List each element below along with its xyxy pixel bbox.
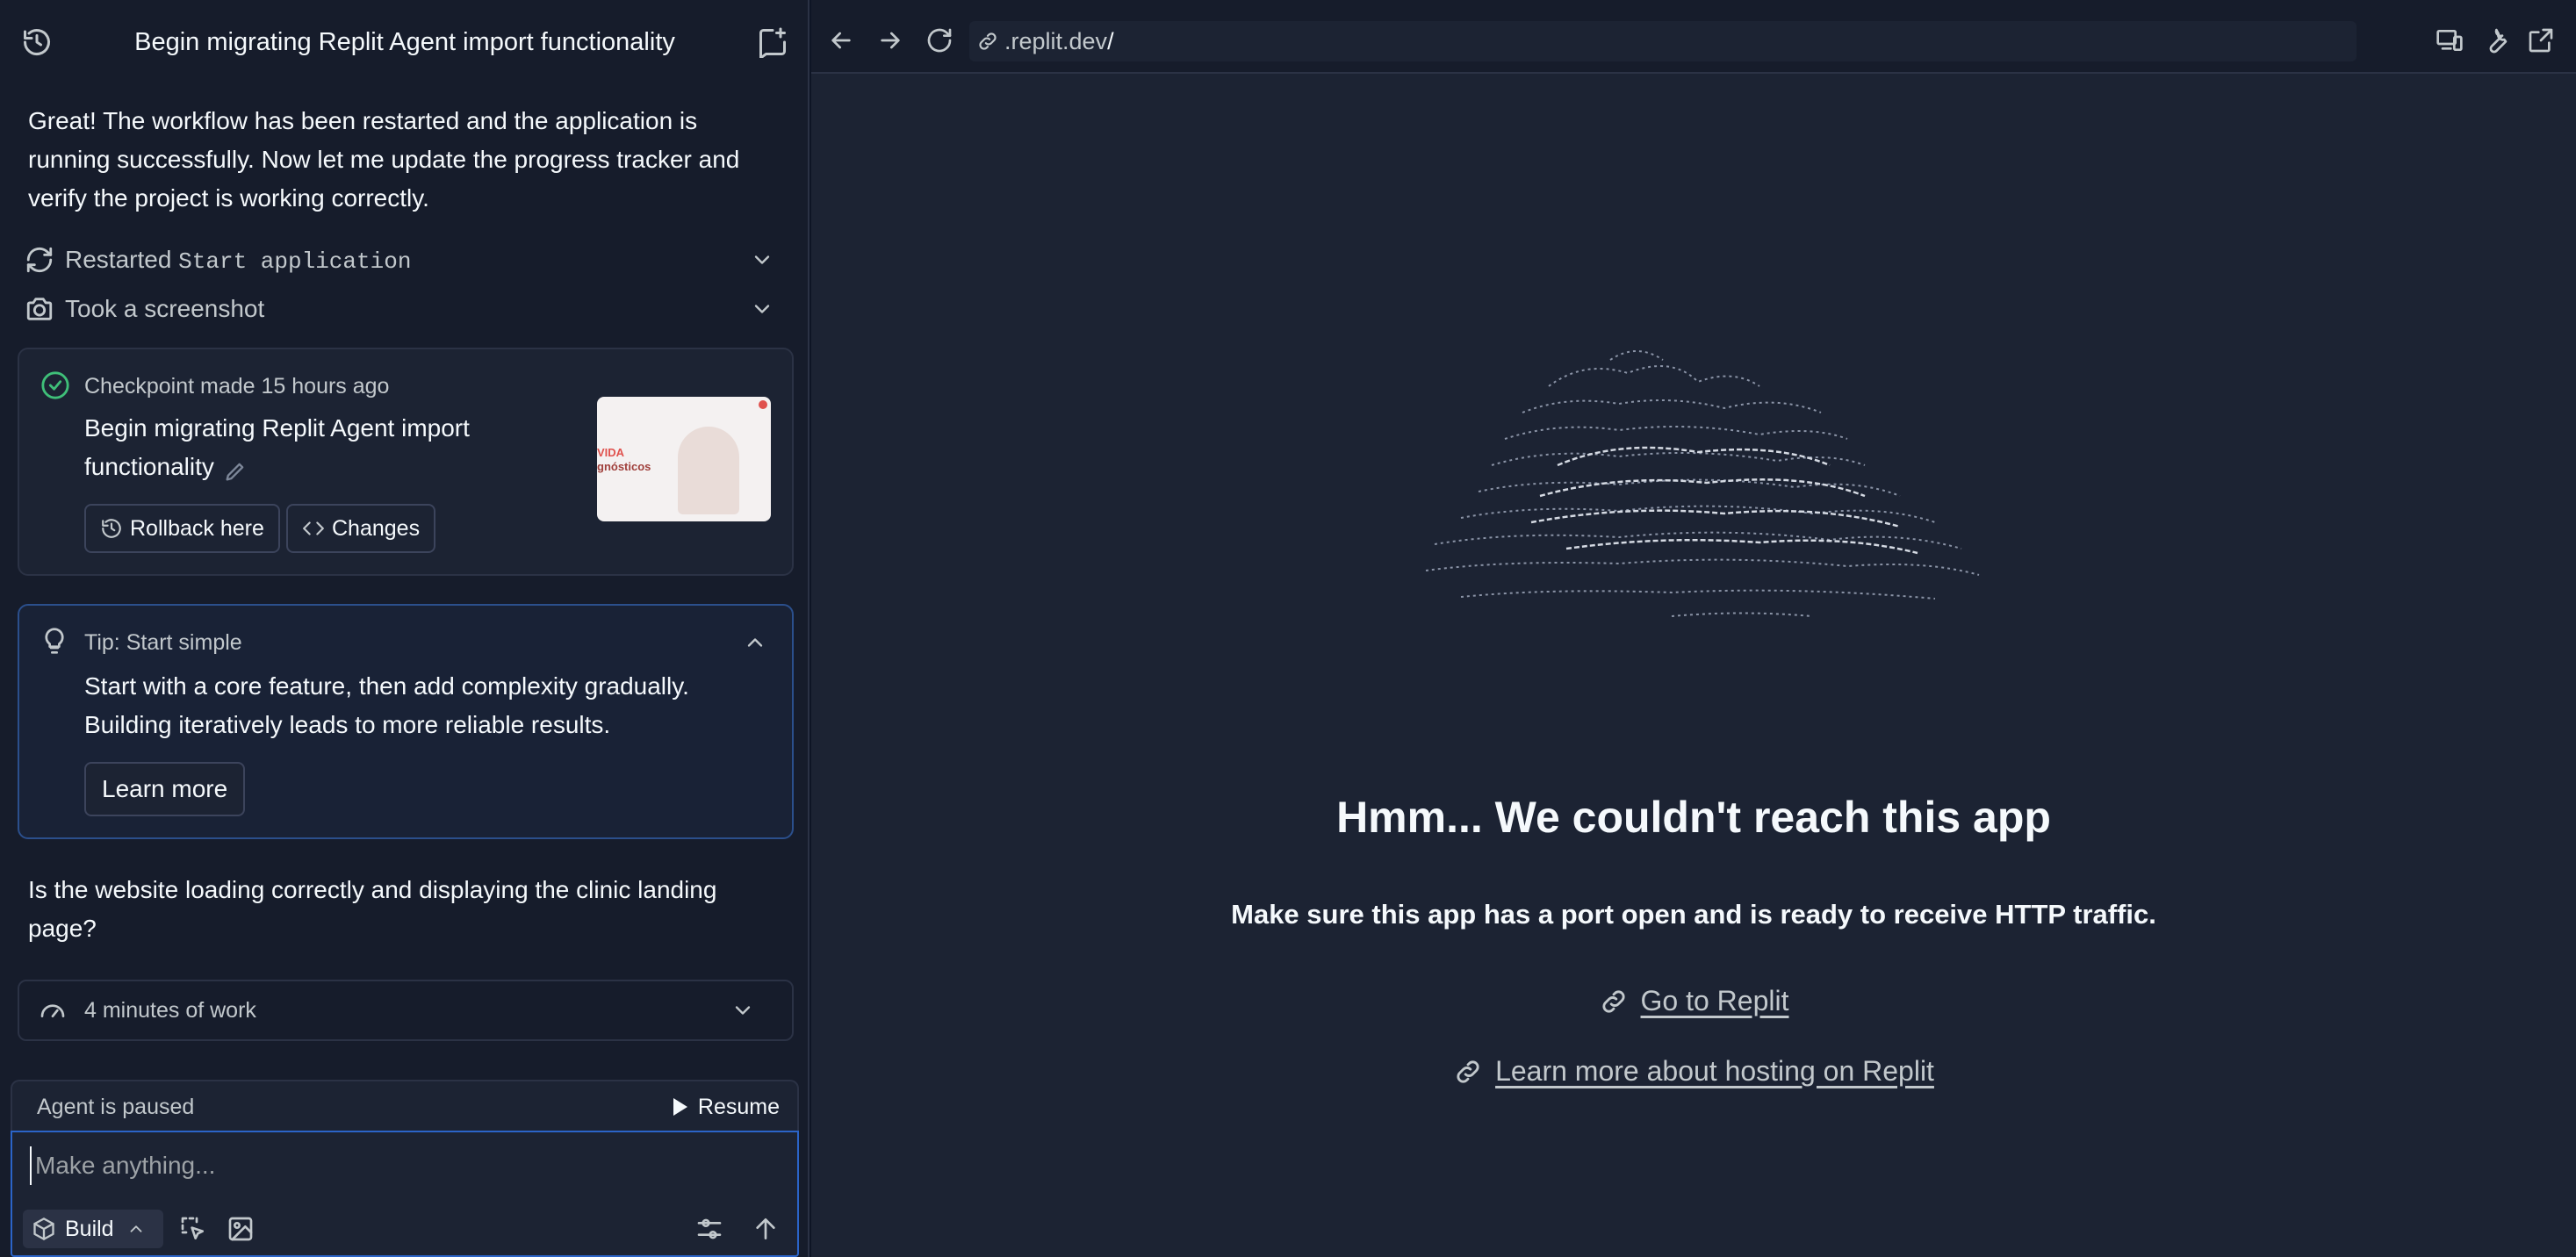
link-text[interactable]: Learn more about hosting on Replit [1495,1055,1934,1088]
error-title: Hmm... We couldn't reach this app [1336,793,2051,842]
reload-icon[interactable] [925,26,953,54]
pencil-icon[interactable] [223,456,248,481]
go-to-replit-link[interactable]: Go to Replit [811,985,2576,1017]
rollback-label: Rollback here [130,515,264,541]
learn-more-button[interactable]: Learn more [84,762,246,816]
action-code: Start application [178,248,412,275]
changes-button[interactable]: Changes [286,504,436,553]
play-icon [673,1098,687,1116]
resume-button[interactable]: Resume [673,1095,780,1120]
link-icon [976,30,999,53]
paused-status: Agent is paused [37,1094,195,1119]
url-text: .replit.dev/ [1004,28,1114,55]
url-bar[interactable]: .replit.dev/ [969,21,2357,61]
agent-panel: Begin migrating Replit Agent import func… [0,0,809,1257]
chat-title: Begin migrating Replit Agent import func… [134,28,675,56]
action-screenshot[interactable]: Took a screenshot [25,291,785,327]
work-summary[interactable]: 4 minutes of work [18,980,794,1041]
rollback-button[interactable]: Rollback here [84,504,280,553]
action-label: Restarted [65,245,179,273]
wrench-icon[interactable] [2481,26,2509,54]
prompt-box: Build [11,1131,799,1257]
image-icon[interactable] [227,1215,255,1243]
tip-body: Start with a core feature, then add comp… [84,672,689,738]
checkpoint-thumbnail[interactable]: VIDA gnósticos [597,397,771,521]
resume-label: Resume [697,1094,780,1119]
code-icon [302,517,325,540]
changes-label: Changes [332,515,421,541]
webview-panel: .replit.dev/ Hmm... We couldn't reach th… [811,0,2576,1257]
send-icon[interactable] [752,1215,780,1243]
prompt-input[interactable] [30,1146,767,1185]
thumbnail-photo [678,427,739,514]
url-path: / [1107,27,1114,54]
thumbnail-badge [759,400,767,409]
ascii-cloud-illustration [1425,350,1980,617]
build-label: Build [65,1216,114,1241]
build-mode-button[interactable]: Build [23,1210,163,1248]
history-icon[interactable] [21,26,53,58]
chat-header: Begin migrating Replit Agent import func… [0,0,808,84]
lightbulb-icon [40,627,68,655]
camera-icon [25,294,54,324]
devices-icon[interactable] [2436,26,2464,54]
select-element-icon[interactable] [179,1215,207,1243]
error-subtitle: Make sure this app has a port open and i… [1231,899,2156,930]
link-icon [1599,987,1629,1016]
checkpoint-title: Begin migrating Replit Agent import func… [84,409,541,486]
cube-icon [32,1217,56,1241]
tip-card: Tip: Start simple Start with a core feat… [18,604,794,839]
thumbnail-text: gnósticos [597,460,651,473]
link-text[interactable]: Go to Replit [1641,985,1789,1017]
chevron-up-icon[interactable] [743,630,767,655]
sliders-icon[interactable] [695,1215,723,1243]
gauge-icon [39,996,67,1024]
refresh-icon [25,245,54,275]
back-arrow-icon[interactable] [827,26,855,54]
checkpoint-card: Checkpoint made 15 hours ago Begin migra… [18,348,794,576]
chevron-up-icon [126,1219,146,1239]
hosting-docs-link[interactable]: Learn more about hosting on Replit [811,1055,2576,1088]
chevron-down-icon[interactable] [750,248,774,272]
chevron-down-icon[interactable] [730,998,755,1023]
check-circle-icon [40,370,70,400]
url-domain: .replit.dev [1004,27,1108,54]
external-link-icon[interactable] [2527,26,2555,54]
work-summary-label: 4 minutes of work [84,997,256,1023]
action-label: Took a screenshot [65,295,265,322]
tip-title: Tip: Start simple [84,630,242,655]
checkpoint-meta: Checkpoint made 15 hours ago [84,374,390,399]
forward-arrow-icon[interactable] [876,26,904,54]
agent-question: Is the website loading correctly and dis… [28,876,717,942]
thumbnail-text: VIDA [597,446,625,459]
paused-bar: Agent is paused Resume [11,1080,799,1132]
agent-message: Great! The workflow has been restarted a… [28,107,740,212]
history-icon [100,517,123,540]
webview-toolbar: .replit.dev/ [811,0,2576,74]
chevron-down-icon[interactable] [750,297,774,321]
action-restarted[interactable]: Restarted Start application [25,242,785,277]
link-icon [1453,1057,1483,1087]
new-chat-icon[interactable] [757,26,788,58]
checkpoint-title-text: Begin migrating Replit Agent import func… [84,414,470,480]
